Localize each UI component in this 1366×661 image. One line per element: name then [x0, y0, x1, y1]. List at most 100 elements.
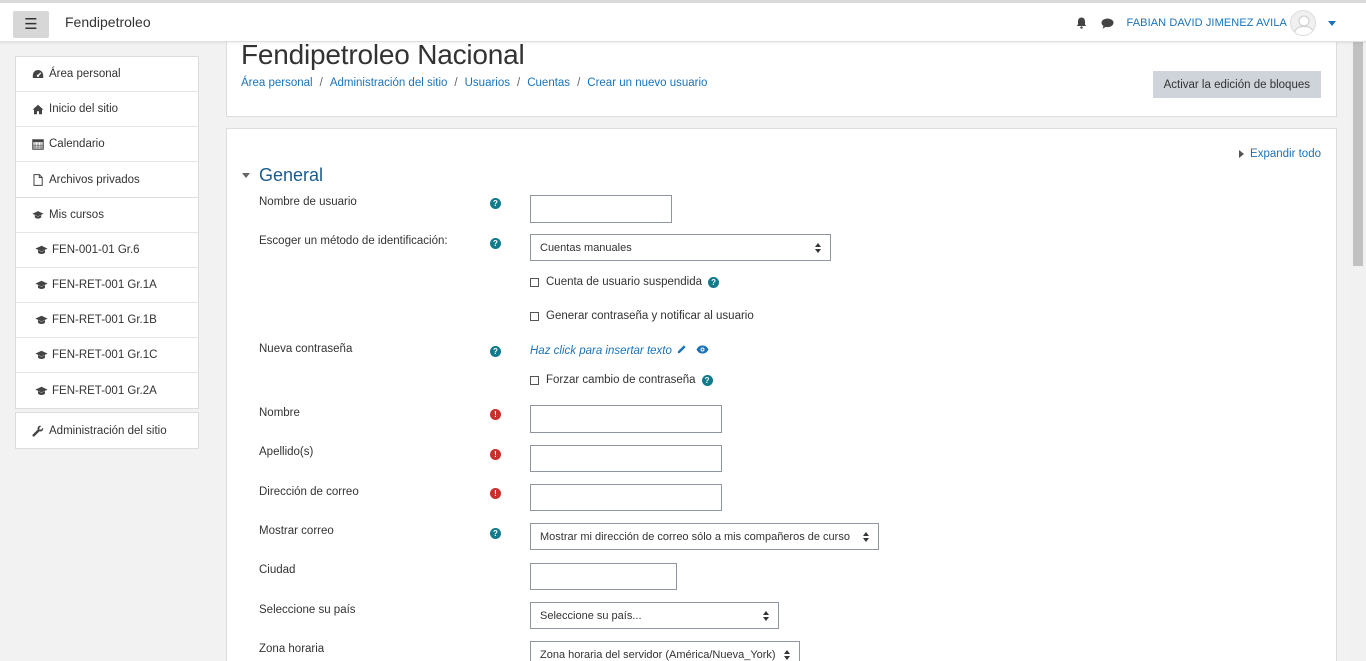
graduation-cap-icon	[32, 209, 44, 221]
sidebar-item-course[interactable]: FEN-RET-001 Gr.1B	[16, 303, 198, 338]
graduation-cap-icon	[34, 349, 49, 361]
dashboard-icon	[32, 68, 44, 80]
hamburger-icon: ☰	[24, 16, 38, 33]
timezone-select[interactable]: Zona horaria del servidor (América/Nueva…	[530, 641, 800, 661]
caret-down-icon	[242, 173, 250, 178]
show-email-select[interactable]: Mostrar mi dirección de correo sólo a mi…	[530, 523, 879, 550]
force-change-row: Forzar cambio de contraseña ?	[530, 374, 713, 386]
breadcrumb-separator: /	[577, 77, 581, 89]
sidebar-item-label: Archivos privados	[49, 173, 140, 186]
new-password-label: Nueva contraseña	[259, 343, 353, 355]
sidebar-item-label: FEN-RET-001 Gr.1A	[52, 279, 157, 291]
auth-method-select[interactable]: Cuentas manuales	[530, 234, 831, 261]
breadcrumb-item[interactable]: Cuentas	[527, 77, 570, 89]
sidebar-nav-courses: Mis cursos FEN-001-01 Gr.6 FEN-RET-001 G…	[15, 197, 199, 409]
wrench-icon	[32, 425, 44, 437]
sidebar-item-label: Administración del sitio	[49, 424, 167, 437]
sidebar-item-label: FEN-RET-001 Gr.2A	[52, 384, 157, 397]
sidebar-item-course[interactable]: FEN-RET-001 Gr.2A	[16, 373, 198, 408]
timezone-label: Zona horaria	[259, 643, 325, 655]
sidebar-item-archivos-privados[interactable]: Archivos privados	[16, 162, 198, 197]
calendar-icon	[32, 138, 44, 150]
auth-method-value: Cuentas manuales	[540, 241, 632, 254]
scrollbar-thumb[interactable]	[1353, 42, 1363, 266]
help-icon[interactable]: ?	[708, 276, 720, 288]
generate-password-row: Generar contraseña y notificar al usuari…	[530, 310, 754, 322]
page-scrollbar[interactable]	[1350, 42, 1366, 661]
country-value: Seleccione su país...	[540, 609, 642, 622]
breadcrumb-item[interactable]: Administración del sitio	[330, 77, 448, 89]
show-email-value: Mostrar mi dirección de correo sólo a mi…	[540, 530, 850, 543]
file-icon	[32, 173, 44, 186]
breadcrumb-item[interactable]: Área personal	[241, 77, 313, 89]
required-icon: !	[490, 488, 501, 499]
help-icon[interactable]: ?	[701, 374, 713, 386]
timezone-value: Zona horaria del servidor (América/Nueva…	[540, 648, 776, 661]
email-label: Dirección de correo	[259, 486, 359, 498]
sidebar-drawer: Área personal Inicio del sitio Calendari…	[0, 42, 213, 661]
breadcrumb-separator: /	[517, 77, 521, 89]
lastname-input[interactable]	[530, 445, 722, 472]
sidebar-item-area-personal[interactable]: Área personal	[16, 57, 198, 92]
auth-method-label: Escoger un método de identificación:	[259, 235, 448, 247]
top-navbar: ☰ Fendipetroleo FABIAN DAVID JIMENEZ AVI…	[0, 0, 1366, 42]
sidebar-item-label: Calendario	[49, 138, 105, 150]
sidebar-item-calendario[interactable]: Calendario	[16, 127, 198, 162]
hamburger-menu-button[interactable]: ☰	[13, 11, 49, 38]
sidebar-item-course[interactable]: FEN-001-01 Gr.6	[16, 233, 198, 268]
sidebar-item-label: FEN-001-01 Gr.6	[52, 244, 140, 256]
sidebar-item-course[interactable]: FEN-RET-001 Gr.1A	[16, 268, 198, 303]
city-input[interactable]	[530, 563, 677, 590]
graduation-cap-icon	[34, 385, 49, 397]
sidebar-item-label: FEN-RET-001 Gr.1B	[52, 314, 157, 326]
password-edit-link[interactable]: Haz click para insertar texto	[530, 344, 709, 357]
graduation-cap-icon	[34, 279, 49, 291]
suspended-checkbox[interactable]	[530, 277, 539, 287]
breadcrumb-item[interactable]: Usuarios	[465, 77, 510, 89]
breadcrumb-item[interactable]: Crear un nuevo usuario	[587, 77, 707, 89]
chevron-down-icon[interactable]	[1328, 20, 1336, 26]
graduation-cap-icon	[34, 314, 49, 326]
help-icon[interactable]: ?	[490, 528, 501, 539]
expand-all-label: Expandir todo	[1250, 148, 1321, 160]
select-arrows-icon	[863, 532, 870, 543]
show-email-label: Mostrar correo	[259, 525, 334, 537]
edit-blocks-button[interactable]: Activar la edición de bloques	[1152, 71, 1321, 98]
help-icon[interactable]: ?	[490, 238, 501, 249]
password-placeholder: Haz click para insertar texto	[530, 344, 672, 357]
firstname-input[interactable]	[530, 405, 722, 433]
sidebar-item-label: Mis cursos	[49, 209, 104, 221]
help-icon[interactable]: ?	[490, 198, 501, 209]
force-change-checkbox[interactable]	[530, 375, 539, 385]
sidebar-item-mis-cursos[interactable]: Mis cursos	[16, 198, 198, 233]
required-icon: !	[490, 409, 501, 420]
help-icon[interactable]: ?	[490, 346, 501, 357]
section-title: General	[259, 165, 324, 185]
breadcrumb-separator: /	[319, 77, 323, 89]
sidebar-item-course[interactable]: FEN-RET-001 Gr.1C	[16, 338, 198, 373]
breadcrumb-separator: /	[454, 77, 458, 89]
expand-all-link[interactable]: Expandir todo	[1239, 148, 1321, 160]
sidebar-item-inicio-del-sitio[interactable]: Inicio del sitio	[16, 92, 198, 127]
generate-password-checkbox[interactable]	[530, 311, 539, 321]
email-field[interactable]	[530, 484, 722, 511]
avatar[interactable]	[1290, 10, 1316, 36]
sidebar-item-label: Inicio del sitio	[49, 103, 119, 115]
bell-icon[interactable]	[1074, 16, 1088, 30]
sidebar-item-administracion[interactable]: Administración del sitio	[16, 413, 198, 448]
eye-icon[interactable]	[696, 345, 709, 357]
city-label: Ciudad	[259, 564, 296, 576]
required-icon: !	[490, 449, 501, 460]
site-name-link[interactable]: Fendipetroleo	[65, 14, 151, 30]
chat-icon[interactable]	[1100, 16, 1114, 30]
section-general-toggle[interactable]: General	[242, 165, 323, 186]
username-input[interactable]	[530, 195, 672, 223]
firstname-label: Nombre	[259, 407, 300, 419]
sidebar-nav-main: Área personal Inicio del sitio Calendari…	[15, 56, 199, 198]
generate-password-label: Generar contraseña y notificar al usuari…	[546, 310, 754, 322]
country-select[interactable]: Seleccione su país...	[530, 602, 779, 629]
select-arrows-icon	[815, 243, 822, 254]
username-label: Nombre de usuario	[259, 196, 357, 208]
home-icon	[32, 103, 44, 115]
user-menu-name[interactable]: FABIAN DAVID JIMENEZ AVILA	[1126, 17, 1287, 29]
